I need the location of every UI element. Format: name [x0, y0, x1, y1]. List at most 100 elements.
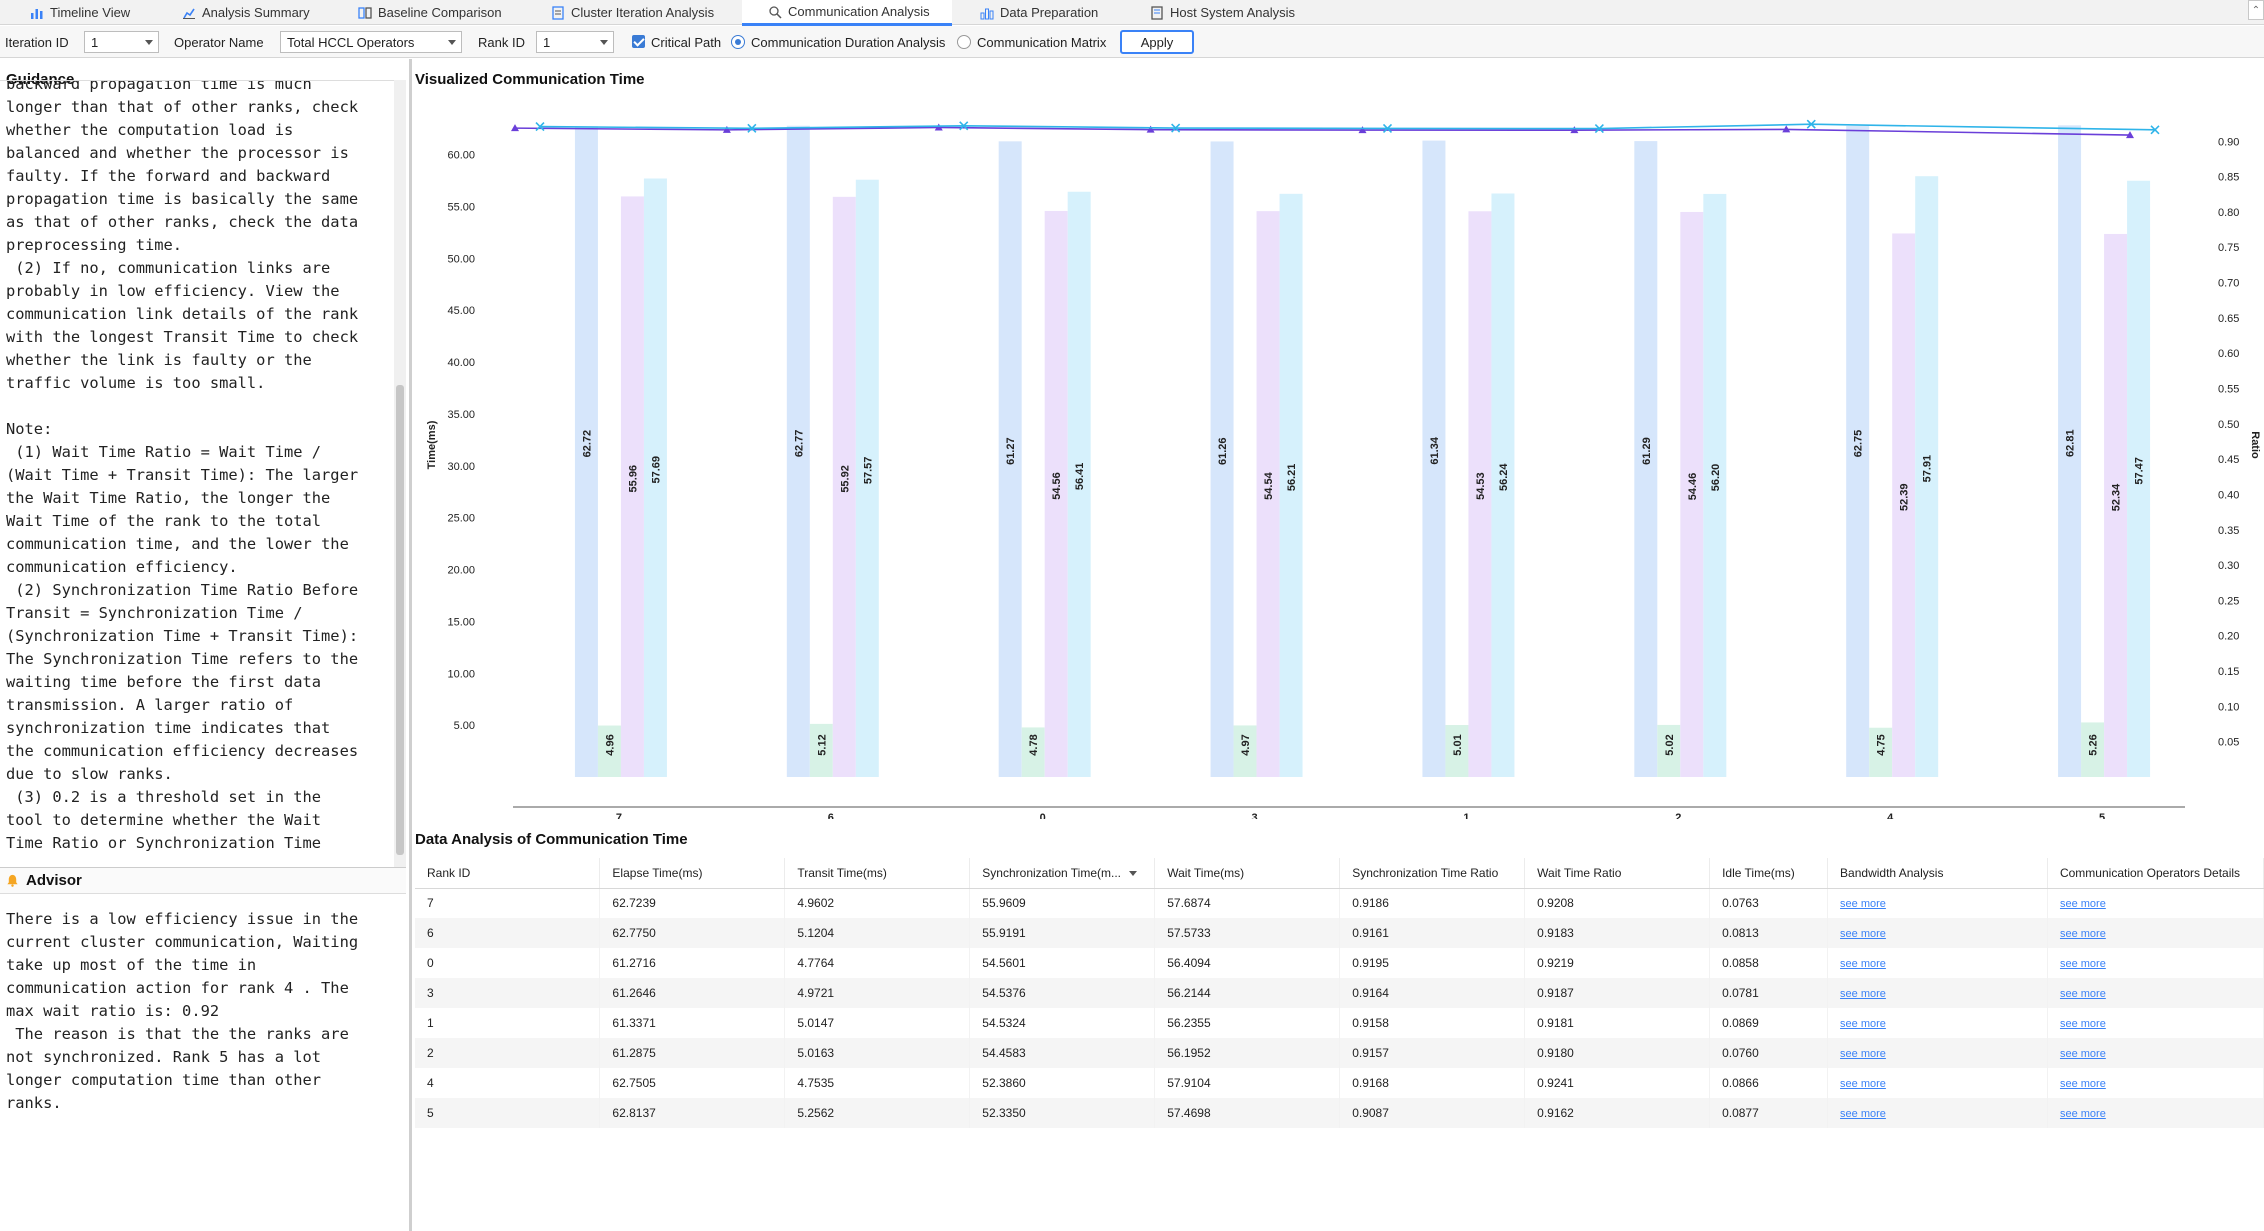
operators-see-more-link[interactable]: see more [2060, 1018, 2106, 1030]
column-header[interactable]: Wait Time Ratio [1524, 858, 1711, 889]
communication-duration-radio[interactable] [731, 35, 745, 49]
bar-chart-icon [31, 8, 43, 19]
tab-communication-analysis[interactable]: Communication Analysis [742, 0, 952, 26]
column-header[interactable]: Rank ID [415, 858, 601, 889]
operators-see-more-link[interactable]: see more [2060, 1048, 2106, 1060]
table-cell: 0.0781 [1709, 978, 1829, 1008]
bar-value-label: 62.75 [1853, 430, 1865, 458]
bar-value-label: 4.75 [1876, 734, 1888, 755]
bandwidth-see-more-link[interactable]: see more [1840, 1048, 1886, 1060]
guidance-line: whether the computation load is [6, 121, 294, 139]
y2-tick-label: 0.50 [2218, 419, 2239, 431]
table-row[interactable]: 2 61.2875 5.0163 54.4583 56.1952 0.9157 0.9180… [415, 1038, 2264, 1068]
table-row[interactable]: 4 62.7505 4.7535 52.3860 57.9104 0.9168 0.9241… [415, 1068, 2264, 1098]
y2-tick-label: 0.80 [2218, 207, 2239, 219]
y2-tick-label: 0.30 [2218, 560, 2239, 572]
bandwidth-see-more-link[interactable]: see more [1840, 898, 1886, 910]
operators-see-more-link[interactable]: see more [2060, 988, 2106, 1000]
tab-timeline-view[interactable]: Timeline View [30, 0, 130, 25]
x-tick-label: 5 [2099, 812, 2105, 819]
column-header[interactable]: Wait Time(ms) [1154, 858, 1341, 889]
guidance-scrollbar[interactable] [394, 80, 406, 867]
bar-value-label: 55.92 [839, 465, 851, 493]
table-cell: 62.7239 [599, 888, 786, 918]
table-cell: 0.0877 [1709, 1098, 1829, 1128]
guidance-line: as that of other ranks, check the data [6, 213, 359, 231]
sort-icon[interactable] [1129, 871, 1138, 877]
x-tick-label: 6 [828, 812, 834, 819]
advisor-line: communication action for rank 4 . The [6, 979, 349, 997]
guidance-line: Time Ratio or Synchronization Time [6, 834, 322, 852]
bar-value-label: 61.26 [1217, 437, 1229, 465]
y2-tick-label: 0.20 [2218, 631, 2239, 643]
table-row[interactable]: 1 61.3371 5.0147 54.5324 56.2355 0.9158 0.9181… [415, 1008, 2264, 1038]
critical-path-checkbox[interactable] [632, 35, 645, 48]
table-cell: 54.5376 [969, 978, 1156, 1008]
table-cell: 0.9157 [1339, 1038, 1526, 1068]
bandwidth-see-more-link[interactable]: see more [1840, 988, 1886, 1000]
guidance-line: synchronization time indicates that [6, 719, 331, 737]
table-row[interactable]: 0 61.2716 4.7764 54.5601 56.4094 0.9195 0.9219… [415, 948, 2264, 978]
operators-see-more-link[interactable]: see more [2060, 1078, 2106, 1090]
bar-value-label: 54.54 [1263, 471, 1275, 499]
table-row[interactable]: 7 62.7239 4.9602 55.9609 57.6874 0.9186 0.9208… [415, 888, 2264, 918]
table-cell: 57.5733 [1154, 918, 1341, 948]
guidance-line: whether the link is faulty or the [6, 351, 312, 369]
communication-matrix-radio[interactable] [957, 35, 971, 49]
operator-name-value: Total HCCL Operators [287, 34, 415, 50]
bandwidth-see-more-link[interactable]: see more [1840, 1078, 1886, 1090]
guidance-line: backward propagation time is much [6, 80, 312, 93]
table-cell: 0 [415, 948, 601, 978]
column-header[interactable]: Transit Time(ms) [784, 858, 971, 889]
table-cell: 52.3860 [969, 1068, 1156, 1098]
tab-cluster-iteration-analysis[interactable]: Cluster Iteration Analysis [551, 0, 714, 25]
bar-value-label: 61.29 [1641, 437, 1653, 465]
guidance-line: communication efficiency. [6, 558, 238, 576]
table-cell: 0.9195 [1339, 948, 1526, 978]
operators-see-more-link[interactable]: see more [2060, 898, 2106, 910]
table-row[interactable]: 5 62.8137 5.2562 52.3350 57.4698 0.9087 0.9162… [415, 1098, 2264, 1128]
y2-tick-label: 0.05 [2218, 737, 2239, 749]
table-cell: 2 [415, 1038, 601, 1068]
bar-value-label: 62.72 [581, 430, 593, 458]
operators-see-more-link[interactable]: see more [2060, 958, 2106, 970]
tab-host-system-analysis[interactable]: Host System Analysis [1150, 0, 1295, 25]
y-tick-label: 60.00 [447, 150, 475, 162]
chart-title: Visualized Communication Time [415, 71, 645, 88]
advisor-line: current cluster communication, Waiting [6, 933, 359, 951]
guidance-text-area[interactable]: backward propagation time is much longer … [0, 80, 394, 867]
column-header[interactable]: Idle Time(ms) [1709, 858, 1829, 889]
bandwidth-see-more-link[interactable]: see more [1840, 928, 1886, 940]
scrollbar-thumb[interactable] [396, 385, 404, 855]
bar-value-label: 62.81 [2065, 429, 2077, 457]
table-cell: 1 [415, 1008, 601, 1038]
tab-data-preparation[interactable]: Data Preparation [980, 0, 1098, 25]
column-header[interactable]: Synchronization Time(m... [969, 858, 1156, 889]
iteration-id-label: Iteration ID [5, 35, 69, 50]
table-row[interactable]: 6 62.7750 5.1204 55.9191 57.5733 0.9161 0.9183… [415, 918, 2264, 948]
tab-baseline-comparison[interactable]: Baseline Comparison [358, 0, 502, 25]
operators-see-more-link[interactable]: see more [2060, 928, 2106, 940]
operators-see-more-link[interactable]: see more [2060, 1108, 2106, 1120]
table-cell: 56.2355 [1154, 1008, 1341, 1038]
column-header[interactable]: Bandwidth Analysis [1827, 858, 2048, 889]
x-tick-label: 4 [1887, 812, 1894, 819]
host-icon [1151, 5, 1163, 20]
bandwidth-see-more-link[interactable]: see more [1840, 1108, 1886, 1120]
column-header[interactable]: Elapse Time(ms) [599, 858, 786, 889]
apply-button[interactable]: Apply [1120, 30, 1194, 54]
table-row[interactable]: 3 61.2646 4.9721 54.5376 56.2144 0.9164 0.9187… [415, 978, 2264, 1008]
operator-name-select[interactable]: Total HCCL Operators [280, 31, 462, 53]
rank-id-select[interactable]: 1 [536, 31, 614, 53]
iteration-id-select[interactable]: 1 [84, 31, 159, 53]
compare-icon [358, 6, 372, 19]
bandwidth-see-more-link[interactable]: see more [1840, 958, 1886, 970]
collapse-icon[interactable]: ⌃ [2248, 0, 2264, 20]
bandwidth-see-more-link[interactable]: see more [1840, 1018, 1886, 1030]
tab-analysis-summary[interactable]: Analysis Summary [182, 0, 310, 25]
table-cell: 4.9602 [784, 888, 971, 918]
y2-tick-label: 0.65 [2218, 313, 2239, 325]
column-header[interactable]: Communication Operators Details [2047, 858, 2264, 889]
column-header[interactable]: Synchronization Time Ratio [1339, 858, 1526, 889]
y2-tick-label: 0.75 [2218, 242, 2239, 254]
